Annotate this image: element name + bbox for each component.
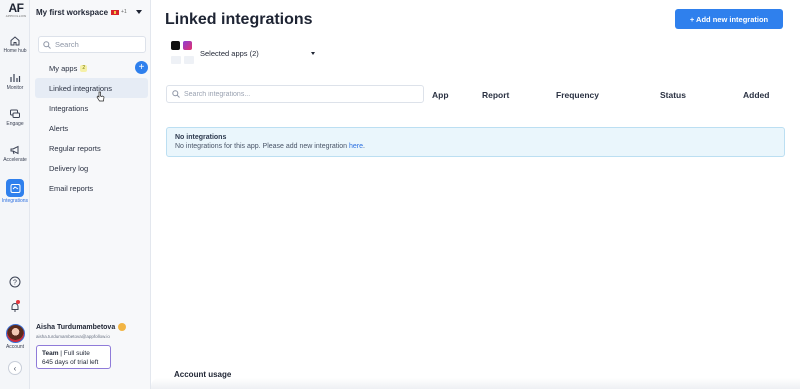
rail-engage[interactable]: Engage <box>0 108 30 128</box>
search-icon <box>172 90 180 98</box>
account-button[interactable]: Account <box>0 324 30 351</box>
column-header-frequency[interactable]: Frequency <box>556 90 599 100</box>
chevron-left-icon: ‹ <box>8 361 22 375</box>
hand-cursor-icon <box>96 91 105 102</box>
selected-apps-label[interactable]: Selected apps (2) <box>200 49 259 58</box>
rail-accelerate-label: Accelerate <box>3 157 27 163</box>
integrations-icon <box>10 183 20 193</box>
add-app-button[interactable]: + <box>135 61 148 74</box>
home-icon <box>10 36 20 46</box>
sidebar-item-label: Delivery log <box>49 163 89 173</box>
rail-accelerate[interactable]: Accelerate <box>0 144 30 164</box>
empty-state-notice: No integrations No integrations for this… <box>166 127 785 157</box>
main-content: Linked integrations + Add new integratio… <box>151 0 800 389</box>
user-email: aisha.turdumambetova@appfollow.io <box>36 334 110 339</box>
integrations-icon-box <box>6 179 24 197</box>
notice-period: . <box>362 143 365 150</box>
logo-subtitle: APPFOLLOW <box>5 14 27 18</box>
sidebar-search-input[interactable] <box>55 40 145 49</box>
sidebar-item-linked-integrations[interactable]: Linked integrations <box>35 78 148 98</box>
account-usage-panel <box>151 378 800 389</box>
search-icon <box>43 40 51 49</box>
svg-text:?: ? <box>13 280 17 287</box>
integrations-search[interactable] <box>166 85 424 103</box>
app-selector[interactable] <box>171 41 195 50</box>
workspace-selector[interactable]: My first workspace +1 <box>36 6 146 18</box>
avatar <box>5 324 25 343</box>
column-header-status[interactable]: Status <box>660 90 686 100</box>
sidebar-item-regular-reports[interactable]: Regular reports <box>35 138 148 158</box>
sidebar-item-label: Integrations <box>49 103 89 113</box>
rail-monitor[interactable]: Monitor <box>0 72 30 92</box>
integrations-search-input[interactable] <box>184 90 414 98</box>
collapse-sidebar-button[interactable]: ‹ <box>0 361 30 375</box>
sidebar-item-label: Regular reports <box>49 143 101 153</box>
sidebar-item-label: Alerts <box>49 123 69 133</box>
chevron-down-icon <box>136 10 142 14</box>
sidebar-nav: My apps 2 + Linked integrations Integrat… <box>35 58 148 198</box>
workspace-name: My first workspace <box>36 7 109 17</box>
add-integration-link[interactable]: here <box>349 143 363 150</box>
sidebar-item-email-reports[interactable]: Email reports <box>35 178 148 198</box>
rail-home-label: Home hub <box>3 48 27 54</box>
rail-integrations-label: Integrations <box>1 198 29 204</box>
sidebar-search[interactable] <box>38 36 146 53</box>
tiktok-app-icon <box>171 41 180 50</box>
plan-box[interactable]: Team | Full suite 645 days of trial left <box>36 345 111 369</box>
sidebar-item-label: My apps <box>49 63 78 73</box>
notifications-button[interactable] <box>0 300 30 318</box>
plan-team: Team <box>42 350 59 357</box>
apps-count-badge: 2 <box>80 64 88 72</box>
chat-icon <box>10 109 20 118</box>
notification-dot <box>16 300 20 304</box>
trial-remaining: 645 days of trial left <box>42 359 99 366</box>
column-header-report[interactable]: Report <box>482 90 509 100</box>
sidebar-item-alerts[interactable]: Alerts <box>35 118 148 138</box>
chevron-down-icon[interactable] <box>311 52 315 55</box>
account-usage-title: Account usage <box>174 370 232 379</box>
notice-message: No integrations for this app. Please add… <box>175 143 349 150</box>
rail-integrations[interactable]: Integrations <box>0 179 30 205</box>
rail-engage-label: Engage <box>6 121 24 127</box>
bar-chart-icon <box>10 74 21 82</box>
add-new-integration-button[interactable]: + Add new integration <box>675 9 783 29</box>
workspace-extra-count: +1 <box>121 9 127 15</box>
plan-suite: | Full suite <box>58 350 90 357</box>
logo-mark: AF <box>8 1 25 15</box>
app-placeholder-squares <box>171 56 197 64</box>
notice-title: No integrations <box>175 134 227 141</box>
sidebar-item-my-apps[interactable]: My apps 2 + <box>35 58 148 78</box>
user-name-row: Aisha Turdumambetova <box>36 323 148 331</box>
rail-home-hub[interactable]: Home hub <box>0 35 30 55</box>
sidebar-item-integrations[interactable]: Integrations <box>35 98 148 118</box>
crown-icon <box>118 323 127 331</box>
help-icon: ? <box>9 276 21 288</box>
flag-icon <box>111 9 120 15</box>
column-header-added[interactable]: Added <box>743 90 769 100</box>
megaphone-icon <box>10 145 19 155</box>
notice-text: No integrations for this app. Please add… <box>175 142 776 152</box>
sidebar-item-label: Email reports <box>49 183 94 193</box>
icon-rail: AF APPFOLLOW Home hub Monitor Engage Acc… <box>0 0 30 389</box>
page-title: Linked integrations <box>165 11 313 28</box>
help-button[interactable]: ? <box>0 275 30 293</box>
sidebar: My first workspace +1 My apps 2 + Linked… <box>30 0 151 389</box>
rail-account-label: Account <box>5 344 25 350</box>
sidebar-item-delivery-log[interactable]: Delivery log <box>35 158 148 178</box>
appfollow-logo[interactable]: AF APPFOLLOW <box>4 2 28 18</box>
plan-line: Team | Full suite <box>42 349 105 358</box>
column-header-app[interactable]: App <box>432 90 449 100</box>
instagram-app-icon <box>183 41 192 50</box>
user-name: Aisha Turdumambetova <box>36 323 116 331</box>
rail-monitor-label: Monitor <box>6 85 24 91</box>
user-panel: Aisha Turdumambetova aisha.turdumambetov… <box>36 323 148 369</box>
